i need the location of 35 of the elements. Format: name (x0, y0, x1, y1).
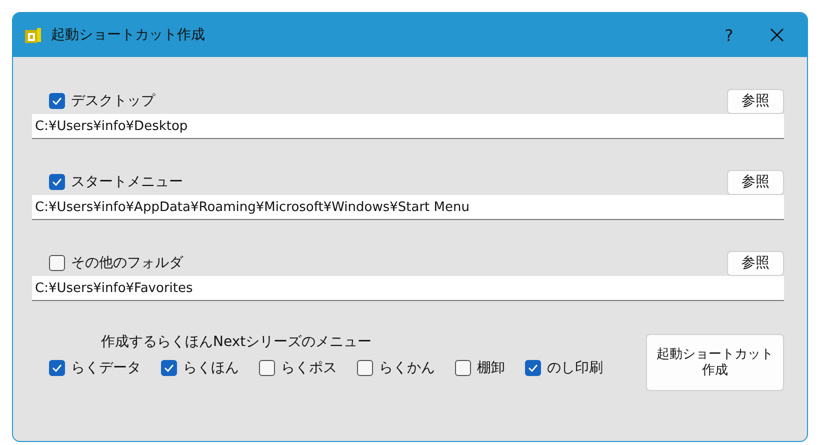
checkbox[interactable] (49, 360, 65, 376)
browse-button[interactable]: 参照 (727, 170, 784, 194)
checkbox[interactable] (525, 360, 541, 376)
checkbox[interactable] (259, 360, 275, 376)
checkbox-label: らくかん (379, 359, 435, 377)
path-field[interactable]: C:¥Users¥info¥Desktop (32, 114, 784, 139)
path-field[interactable]: C:¥Users¥info¥AppData¥Roaming¥Microsoft¥Windows¥Start Menu (32, 195, 784, 220)
checkbox-label: のし印刷 (547, 359, 603, 377)
browse-button[interactable]: 参照 (727, 250, 784, 276)
browse-button[interactable]: 参照 (727, 88, 784, 114)
window-title: 起動ショートカット作成 (51, 26, 206, 44)
help-button[interactable]: ? (709, 19, 749, 51)
check-icon (164, 364, 174, 372)
checkbox-label: スタートメニュー (71, 173, 183, 191)
checkbox-label: らくポス (281, 359, 337, 377)
check-icon (52, 97, 62, 105)
app-icon (23, 25, 43, 45)
create-shortcut-button[interactable]: 起動ショートカット作成 (646, 334, 784, 391)
checkbox[interactable] (49, 93, 65, 109)
checkbox[interactable] (49, 174, 65, 190)
checkbox-label: デスクトップ (71, 92, 155, 110)
checkbox[interactable] (49, 255, 65, 271)
checkbox-label: その他のフォルダ (71, 254, 183, 272)
checkbox[interactable] (455, 360, 471, 376)
checkbox-label: 棚卸 (477, 359, 505, 377)
checkbox-label: らくデータ (71, 359, 141, 377)
close-icon[interactable] (770, 28, 784, 42)
check-icon (528, 364, 538, 372)
check-icon (52, 364, 62, 372)
checkbox[interactable] (161, 360, 177, 376)
checkbox[interactable] (357, 360, 373, 376)
check-icon (52, 178, 62, 186)
path-field[interactable]: C:¥Users¥info¥Favorites (32, 276, 784, 301)
group-label: 作成するらくほんNextシリーズのメニュー (100, 333, 373, 351)
checkbox-label: らくほん (183, 359, 239, 377)
